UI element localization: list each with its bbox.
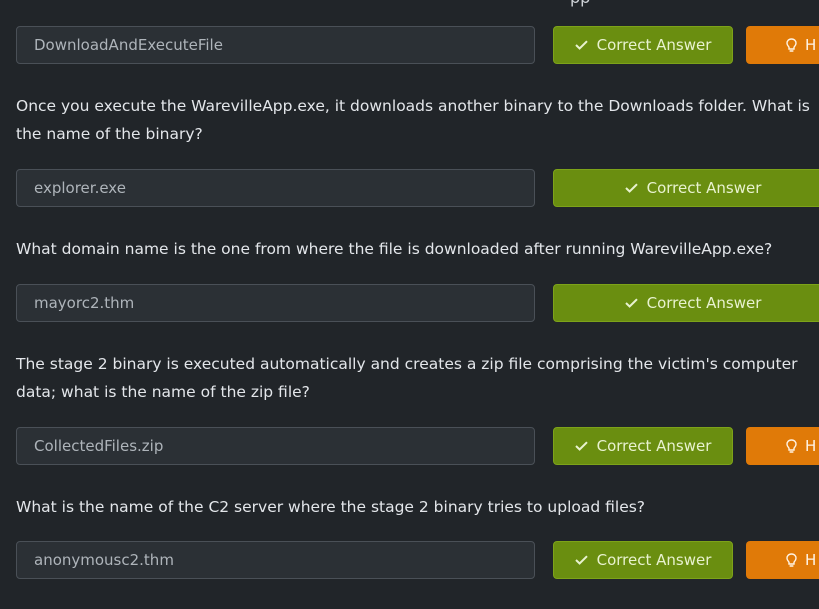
question-text: What is the name of the C2 server where … <box>16 498 646 516</box>
check-icon <box>574 40 588 50</box>
answer-field[interactable]: mayorc2.thm <box>16 284 535 322</box>
lightbulb-icon <box>786 438 797 454</box>
lightbulb-icon <box>786 552 797 568</box>
question-text: What domain name is the one from where t… <box>16 240 773 258</box>
correct-answer-label: Correct Answer <box>646 294 762 312</box>
hint-label: H <box>805 36 817 54</box>
correct-answer-label: Correct Answer <box>596 437 712 455</box>
hint-label: H <box>805 437 817 455</box>
question-text: The stage 2 binary is executed automatic… <box>16 355 798 401</box>
correct-answer-label: Correct Answer <box>596 36 712 54</box>
answer-field[interactable]: CollectedFiles.zip <box>16 427 535 465</box>
correct-answer-label: Correct Answer <box>646 179 762 197</box>
lightbulb-icon <box>786 37 797 53</box>
correct-answer-button[interactable]: Correct Answer <box>553 284 819 322</box>
answer-field[interactable]: explorer.exe <box>16 169 535 207</box>
correct-answer-button[interactable]: Correct Answer <box>553 541 733 579</box>
check-icon <box>624 298 638 308</box>
answer-field[interactable]: DownloadAndExecuteFile <box>16 26 535 64</box>
task-questions-panel: pp DownloadAndExecuteFile Correct Answer… <box>0 0 819 609</box>
cut-off-question-text: pp <box>570 0 590 7</box>
hint-button[interactable]: H <box>746 541 819 579</box>
hint-button[interactable]: H <box>746 26 819 64</box>
question-text: Once you execute the WarevilleApp.exe, i… <box>16 97 810 143</box>
check-icon <box>574 441 588 451</box>
correct-answer-label: Correct Answer <box>596 551 712 569</box>
check-icon <box>574 555 588 565</box>
correct-answer-button[interactable]: Correct Answer <box>553 427 733 465</box>
answer-field[interactable]: anonymousc2.thm <box>16 541 535 579</box>
correct-answer-button[interactable]: Correct Answer <box>553 169 819 207</box>
check-icon <box>624 183 638 193</box>
hint-label: H <box>805 551 817 569</box>
hint-button[interactable]: H <box>746 427 819 465</box>
correct-answer-button[interactable]: Correct Answer <box>553 26 733 64</box>
